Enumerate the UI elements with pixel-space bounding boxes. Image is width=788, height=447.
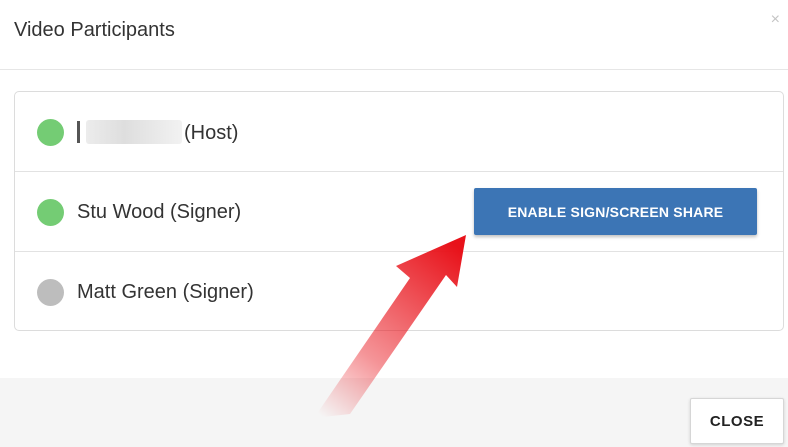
dialog-title: Video Participants xyxy=(14,19,175,41)
online-status-icon xyxy=(37,199,64,226)
participants-list: (Host) Stu Wood (Signer) ENABLE SIGN/SCR… xyxy=(14,91,784,331)
redacted-name-blur xyxy=(86,120,182,144)
participant-role: (Host) xyxy=(184,122,239,144)
video-participants-dialog: Video Participants × (Host) Stu Wood (Si… xyxy=(0,0,788,447)
participant-row: (Host) xyxy=(15,92,783,172)
participant-name: Matt Green (Signer) xyxy=(77,281,254,303)
participant-row: Stu Wood (Signer) ENABLE SIGN/SCREEN SHA… xyxy=(15,172,783,252)
dialog-header: Video Participants × xyxy=(0,0,788,70)
online-status-icon xyxy=(37,119,64,146)
participant-row: Matt Green (Signer) xyxy=(15,252,783,332)
dialog-footer: CLOSE xyxy=(0,378,788,447)
close-icon[interactable]: × xyxy=(771,10,780,30)
redacted-initial xyxy=(77,121,80,143)
offline-status-icon xyxy=(37,279,64,306)
close-button[interactable]: CLOSE xyxy=(690,398,784,444)
participant-name: Stu Wood (Signer) xyxy=(77,201,242,223)
participant-name: (Host) xyxy=(77,120,238,145)
enable-sign-screen-share-button[interactable]: ENABLE SIGN/SCREEN SHARE xyxy=(474,188,757,235)
